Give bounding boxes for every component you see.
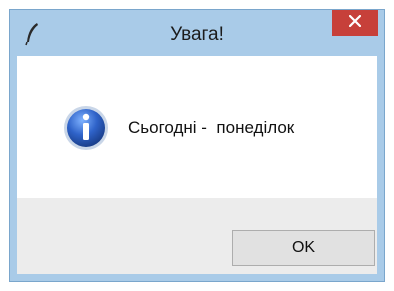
ok-button[interactable]: OK	[232, 230, 375, 266]
message-text: Сьогодні - понеділок	[128, 118, 295, 137]
close-button[interactable]	[332, 10, 378, 36]
close-icon	[348, 14, 362, 32]
button-bar: OK	[17, 198, 377, 274]
message-box-window: Увага! Сьогодні - понеділок OK	[9, 9, 385, 282]
window-title: Увага!	[170, 24, 224, 45]
info-icon	[63, 105, 109, 151]
title-bar[interactable]: Увага!	[10, 10, 384, 56]
dialog-client-area: Сьогодні - понеділок OK	[17, 56, 377, 274]
message-area: Сьогодні - понеділок	[17, 56, 377, 198]
